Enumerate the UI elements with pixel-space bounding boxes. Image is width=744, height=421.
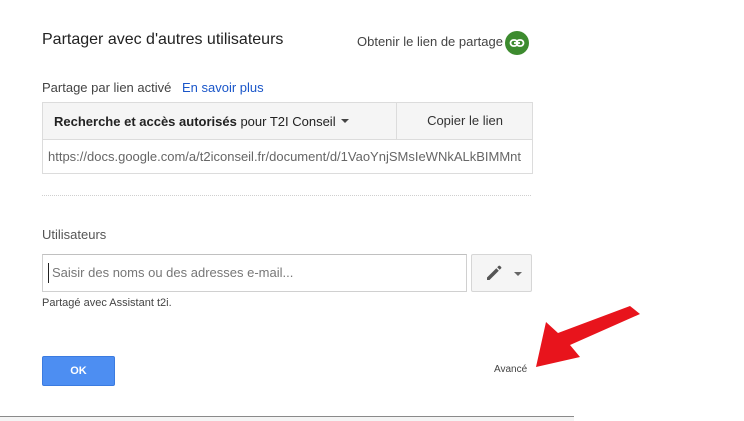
annotation-arrow xyxy=(536,306,640,367)
